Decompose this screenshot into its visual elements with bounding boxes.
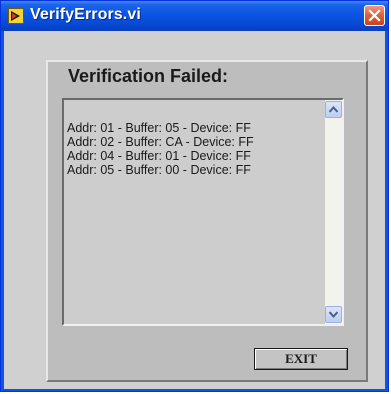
close-button[interactable] <box>364 5 385 26</box>
error-line: Addr: 04 - Buffer: 01 - Device: FF <box>67 149 251 163</box>
panel-heading: Verification Failed: <box>68 66 229 86</box>
scroll-up-button[interactable] <box>325 101 342 118</box>
vertical-scrollbar[interactable] <box>325 100 342 324</box>
error-lines: Addr: 01 - Buffer: 05 - Device: FF Addr:… <box>67 121 254 177</box>
chevron-down-icon <box>329 311 338 318</box>
exit-button[interactable]: EXIT <box>254 348 348 370</box>
labview-vi-icon <box>8 8 24 24</box>
error-line: Addr: 01 - Buffer: 05 - Device: FF <box>67 121 251 135</box>
error-list-textbox[interactable]: Addr: 01 - Buffer: 05 - Device: FF Addr:… <box>62 98 344 326</box>
scroll-down-button[interactable] <box>325 306 342 323</box>
window-title: VerifyErrors.vi <box>30 6 141 23</box>
title-bar[interactable]: VerifyErrors.vi <box>1 1 388 31</box>
verification-panel: Verification Failed: Addr: 01 - Buffer: … <box>46 60 368 382</box>
error-line: Addr: 02 - Buffer: CA - Device: FF <box>67 135 254 149</box>
error-line: Addr: 05 - Buffer: 00 - Device: FF <box>67 163 251 177</box>
close-icon <box>368 9 381 22</box>
window-client-area: Verification Failed: Addr: 01 - Buffer: … <box>4 31 385 389</box>
chevron-up-icon <box>329 106 338 113</box>
application-window: VerifyErrors.vi Verification Failed: Add… <box>0 0 389 392</box>
